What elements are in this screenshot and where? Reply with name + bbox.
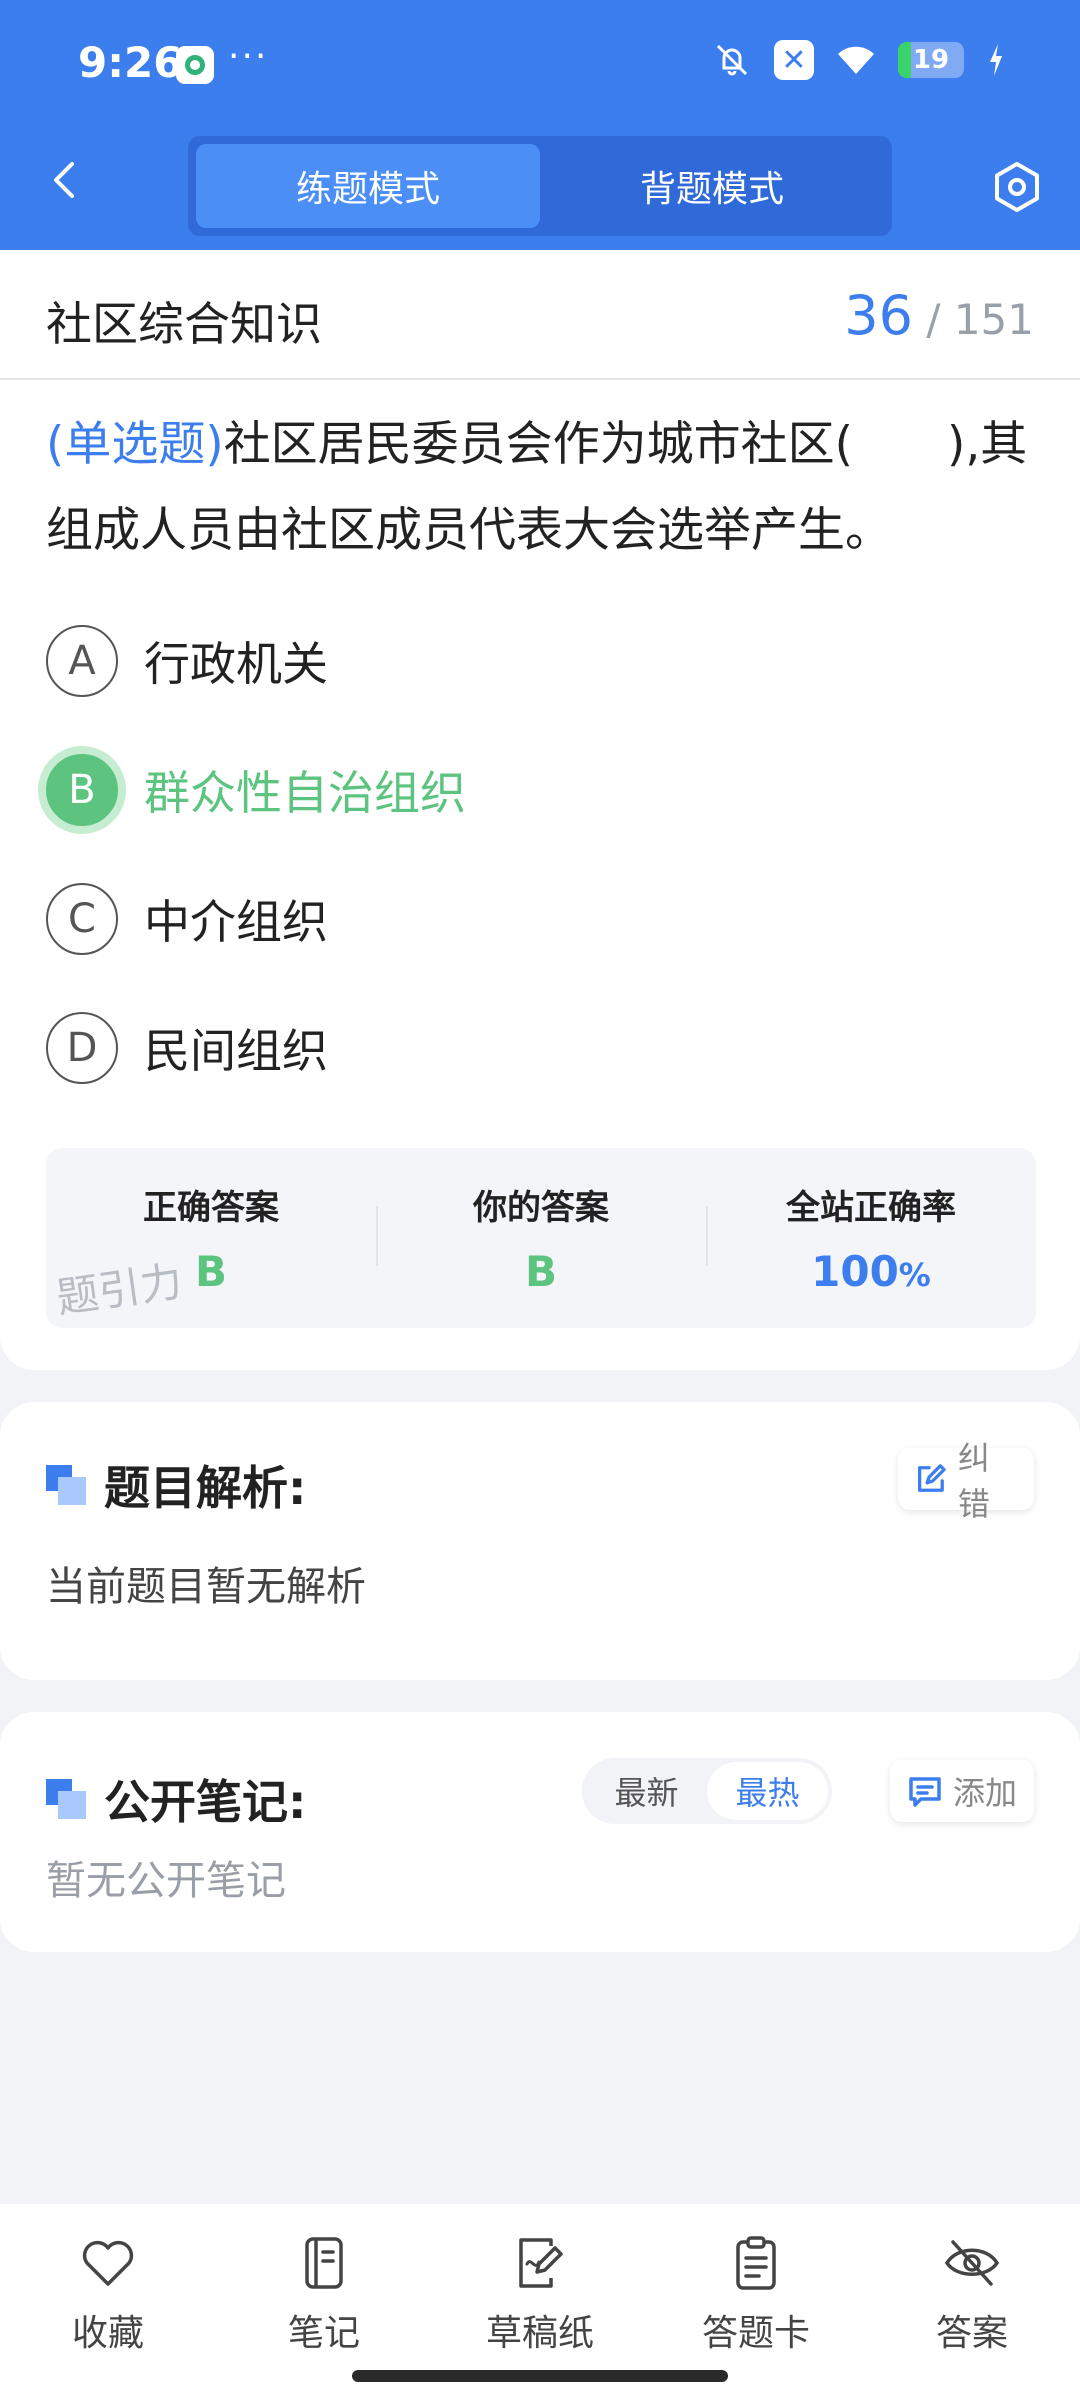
section-mark-icon	[46, 1779, 86, 1819]
correct-answer-label: 正确答案	[143, 1188, 279, 1228]
accuracy-number: 100	[811, 1247, 899, 1296]
question-counter: 36 / 151	[844, 284, 1034, 347]
nav-notes[interactable]: 笔记	[244, 2234, 404, 2356]
analysis-body: 当前题目暂无解析	[46, 1564, 366, 1610]
site-accuracy-value: 100%	[706, 1247, 1036, 1296]
battery-fill	[898, 42, 911, 78]
home-indicator[interactable]	[352, 2370, 728, 2382]
top-bar: 9:26 ··· ✕ 19 练题模式 背题模式	[0, 0, 1080, 250]
tab-hot[interactable]: 最热	[707, 1762, 828, 1820]
mode-switch: 练题模式 背题模式	[188, 136, 892, 236]
comment-icon	[909, 1777, 941, 1807]
answer-summary: 正确答案 B 你的答案 B 全站正确率 100%	[46, 1148, 1036, 1328]
your-answer: 你的答案 B	[376, 1148, 706, 1328]
notes-title-text: 公开笔记:	[104, 1775, 307, 1829]
notes-title: 公开笔记:	[46, 1766, 306, 1832]
option-b[interactable]: B 群众性自治组织	[46, 753, 466, 827]
nav-answer-card[interactable]: 答题卡	[676, 2234, 836, 2356]
your-answer-value: B	[524, 1247, 557, 1296]
eye-off-icon	[945, 2240, 999, 2286]
option-letter: D	[46, 1012, 118, 1084]
site-accuracy-label: 全站正确率	[786, 1188, 956, 1228]
tab-memorize-mode[interactable]: 背题模式	[540, 144, 884, 228]
option-a[interactable]: A 行政机关	[46, 624, 328, 698]
notes-sort-toggle: 最新 最热	[582, 1758, 832, 1824]
question-type: (单选题)	[46, 417, 224, 472]
report-error-button[interactable]: 纠错	[898, 1439, 1034, 1523]
your-answer-label: 你的答案	[473, 1188, 609, 1228]
nav-answer-label: 答案	[935, 2313, 1008, 2354]
total-questions: / 151	[926, 295, 1034, 344]
mute-icon	[716, 44, 748, 76]
tab-practice-mode[interactable]: 练题模式	[196, 144, 540, 228]
battery-level: 19	[912, 45, 950, 75]
option-letter: C	[46, 883, 118, 955]
analysis-title: 题目解析:	[46, 1452, 306, 1518]
option-text: 行政机关	[144, 637, 328, 691]
option-letter: B	[46, 754, 118, 826]
accuracy-unit: %	[898, 1256, 931, 1294]
current-question-number: 36	[844, 284, 913, 347]
heart-icon	[82, 2240, 134, 2286]
site-accuracy: 全站正确率 100%	[706, 1148, 1036, 1328]
option-text: 群众性自治组织	[144, 766, 466, 820]
subject-row: 社区综合知识 36 / 151	[0, 250, 1080, 380]
option-text: 中介组织	[144, 895, 328, 949]
question-card: 社区综合知识 36 / 151 (单选题)社区居民委员会作为城市社区( ),其组…	[0, 250, 1080, 1370]
question-text: (单选题)社区居民委员会作为城市社区( ),其组成人员由社区成员代表大会选举产生…	[46, 402, 1040, 574]
analysis-title-text: 题目解析:	[104, 1461, 307, 1515]
clipboard-icon	[736, 2236, 776, 2290]
public-notes-card: 公开笔记: 最新 最热 添加 暂无公开笔记	[0, 1712, 1080, 1952]
settings-icon[interactable]	[990, 160, 1044, 214]
nav-favorite[interactable]: 收藏	[28, 2234, 188, 2356]
back-icon[interactable]	[44, 160, 84, 200]
report-error-label: 纠错	[957, 1439, 990, 1523]
add-note-label: 添加	[952, 1774, 1017, 1812]
notebook-icon	[305, 2237, 343, 2289]
nav-answer-card-label: 答题卡	[701, 2313, 810, 2354]
x-notification-icon: ✕	[774, 40, 814, 80]
nav-scratch-paper-label: 草稿纸	[485, 2313, 594, 2354]
nav-answer[interactable]: 答案	[892, 2234, 1052, 2356]
draft-paper-icon	[519, 2238, 563, 2288]
option-d[interactable]: D 民间组织	[46, 1011, 328, 1085]
tab-latest[interactable]: 最新	[586, 1762, 707, 1820]
option-letter: A	[46, 625, 118, 697]
more-notifications-icon: ···	[228, 36, 269, 77]
app-notification-icon	[176, 46, 214, 84]
nav-favorite-label: 收藏	[71, 2313, 144, 2354]
status-bar: 9:26 ··· ✕ 19	[0, 0, 1080, 124]
edit-icon	[917, 1464, 946, 1492]
subject-title: 社区综合知识	[46, 297, 322, 351]
notes-empty-text: 暂无公开笔记	[46, 1858, 286, 1904]
status-time: 9:26	[78, 38, 183, 87]
nav-notes-label: 笔记	[287, 2313, 360, 2354]
option-c[interactable]: C 中介组织	[46, 882, 328, 956]
wifi-icon	[838, 46, 874, 74]
section-mark-icon	[46, 1465, 86, 1505]
add-note-button[interactable]: 添加	[890, 1760, 1034, 1822]
analysis-card: 题目解析: 纠错 当前题目暂无解析	[0, 1402, 1080, 1680]
battery-indicator: 19	[898, 42, 964, 78]
option-text: 民间组织	[144, 1024, 328, 1078]
nav-scratch-paper[interactable]: 草稿纸	[460, 2234, 620, 2356]
charging-icon	[990, 44, 1002, 76]
